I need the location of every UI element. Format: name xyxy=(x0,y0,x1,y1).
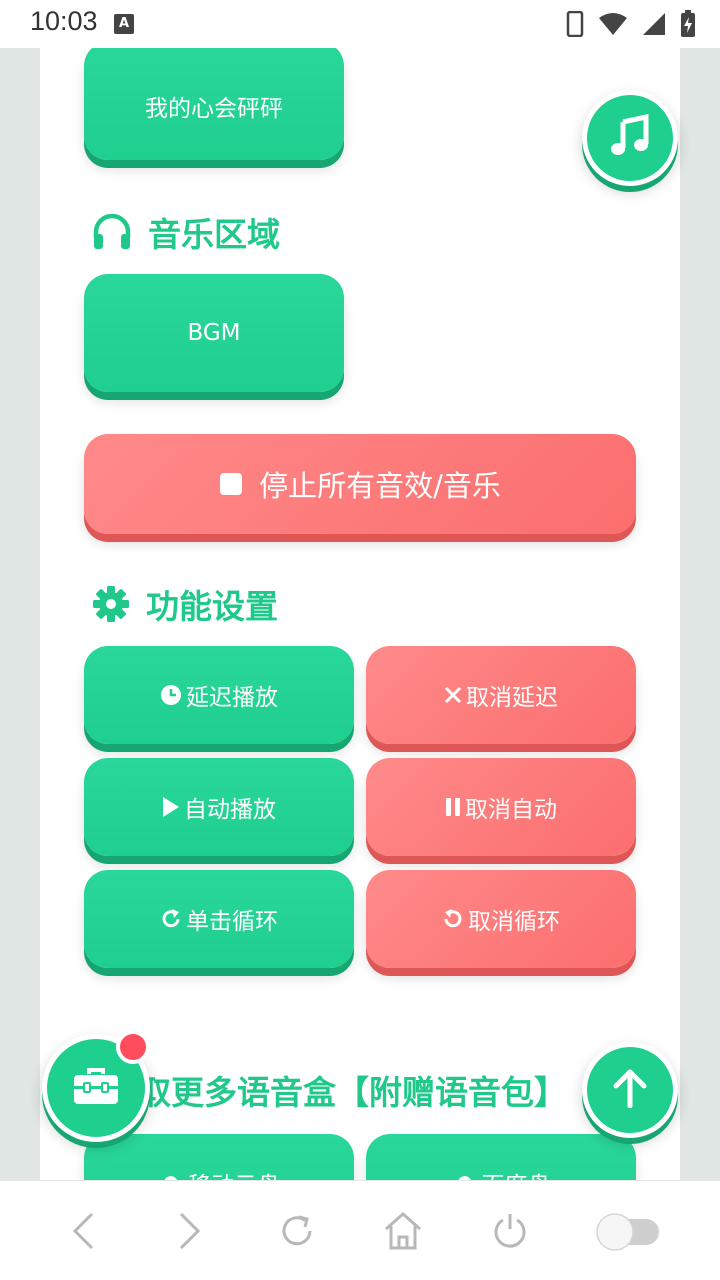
battery-icon xyxy=(681,10,695,37)
baidu-cloud-button[interactable]: 百度盘 xyxy=(366,1134,636,1180)
clock-icon xyxy=(160,684,182,706)
chevron-left-icon xyxy=(73,1212,94,1249)
delay-play-button[interactable]: 延迟播放 xyxy=(84,646,354,744)
sound-button-heartbeat[interactable]: 我的心会砰砰 xyxy=(84,48,344,160)
close-icon xyxy=(444,686,462,704)
cancel-loop-button[interactable]: 取消循环 xyxy=(366,870,636,968)
stop-icon xyxy=(219,472,243,496)
status-time: 10:03 xyxy=(30,6,98,36)
cancel-delay-button[interactable]: 取消延迟 xyxy=(366,646,636,744)
pause-icon xyxy=(445,797,461,817)
content-panel: 我的心会砰砰 音乐区域 BGM 停止所有音效/音乐 功能设置 延迟播放 取消延迟… xyxy=(40,48,680,1180)
stop-all-label: 停止所有音效/音乐 xyxy=(259,469,501,503)
home-button[interactable] xyxy=(373,1201,433,1261)
phone-icon xyxy=(566,11,584,37)
delay-play-label: 延迟播放 xyxy=(186,685,278,711)
single-loop-label: 单击循环 xyxy=(186,909,278,935)
section-title-music: 音乐区域 xyxy=(92,208,280,256)
cancel-loop-label: 取消循环 xyxy=(468,909,560,935)
section-title-label: 音乐区域 xyxy=(148,215,280,254)
baidu-cloud-label: 百度盘 xyxy=(482,1166,551,1180)
stop-all-button[interactable]: 停止所有音效/音乐 xyxy=(84,434,636,534)
section-title-label: 取更多语音盒【附赠语音包】 xyxy=(138,1073,567,1112)
music-note-icon xyxy=(608,113,652,162)
section-title-more: 取更多语音盒【附赠语音包】 xyxy=(138,1066,567,1114)
chevron-right-icon xyxy=(179,1212,201,1249)
bgm-button[interactable]: BGM xyxy=(84,274,344,392)
status-bar: 10:03 A xyxy=(0,0,720,48)
redo-icon xyxy=(160,908,182,930)
mobile-cloud-button[interactable]: 移动云盘 xyxy=(84,1134,354,1180)
status-icons xyxy=(566,10,696,38)
headphones-icon xyxy=(92,214,132,250)
sound-button-label: 我的心会砰砰 xyxy=(145,96,283,122)
auto-play-label: 自动播放 xyxy=(184,797,276,823)
toolbox-icon xyxy=(72,1066,120,1110)
home-icon xyxy=(385,1211,422,1249)
notification-icon: A xyxy=(114,14,134,34)
notification-badge xyxy=(116,1030,150,1064)
cancel-delay-label: 取消延迟 xyxy=(466,685,558,711)
back-button[interactable] xyxy=(53,1201,113,1261)
arrow-up-icon xyxy=(612,1068,648,1112)
forward-button[interactable] xyxy=(160,1201,220,1261)
section-title-label: 功能设置 xyxy=(146,587,278,626)
auto-play-button[interactable]: 自动播放 xyxy=(84,758,354,856)
cancel-auto-label: 取消自动 xyxy=(465,797,557,823)
refresh-button[interactable] xyxy=(267,1201,327,1261)
single-loop-button[interactable]: 单击循环 xyxy=(84,870,354,968)
gear-icon xyxy=(92,585,130,623)
browser-nav-bar xyxy=(0,1180,720,1280)
toggle-icon xyxy=(595,1212,659,1251)
bgm-button-label: BGM xyxy=(187,320,241,346)
toggle-switch[interactable] xyxy=(587,1201,667,1261)
mobile-cloud-label: 移动云盘 xyxy=(188,1166,280,1180)
refresh-icon xyxy=(282,1215,312,1245)
cancel-auto-button[interactable]: 取消自动 xyxy=(366,758,636,856)
power-icon xyxy=(494,1213,526,1248)
power-button[interactable] xyxy=(480,1201,540,1261)
signal-icon xyxy=(643,13,665,35)
music-fab[interactable] xyxy=(582,90,678,186)
back-to-top-fab[interactable] xyxy=(582,1042,678,1138)
undo-icon xyxy=(442,908,464,930)
wifi-icon xyxy=(599,13,627,35)
section-title-settings: 功能设置 xyxy=(92,580,278,628)
play-icon xyxy=(162,796,180,818)
